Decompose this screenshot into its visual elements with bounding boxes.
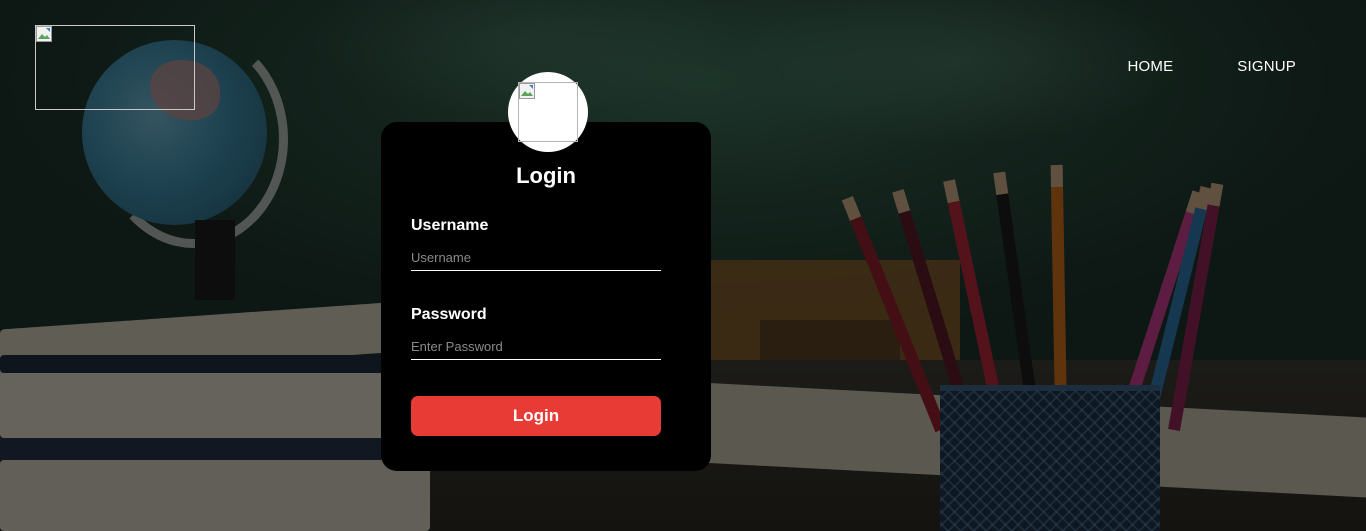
login-button[interactable]: Login (411, 396, 661, 436)
avatar-image (518, 82, 578, 142)
broken-image-icon (519, 83, 535, 99)
logo[interactable] (35, 25, 195, 110)
password-input[interactable] (411, 333, 661, 360)
login-card: Login Username Password Login (381, 122, 711, 471)
login-page: HOME SIGNUP Login Username Password Logi… (0, 0, 1366, 531)
login-title: Login (516, 163, 576, 188)
top-nav: HOME SIGNUP (1127, 58, 1296, 75)
username-label: Username (411, 217, 489, 234)
broken-image-icon (36, 26, 52, 42)
nav-home-link[interactable]: HOME (1127, 58, 1173, 75)
password-label: Password (411, 306, 487, 323)
avatar (508, 72, 588, 152)
nav-signup-link[interactable]: SIGNUP (1237, 58, 1296, 75)
username-input[interactable] (411, 244, 661, 271)
